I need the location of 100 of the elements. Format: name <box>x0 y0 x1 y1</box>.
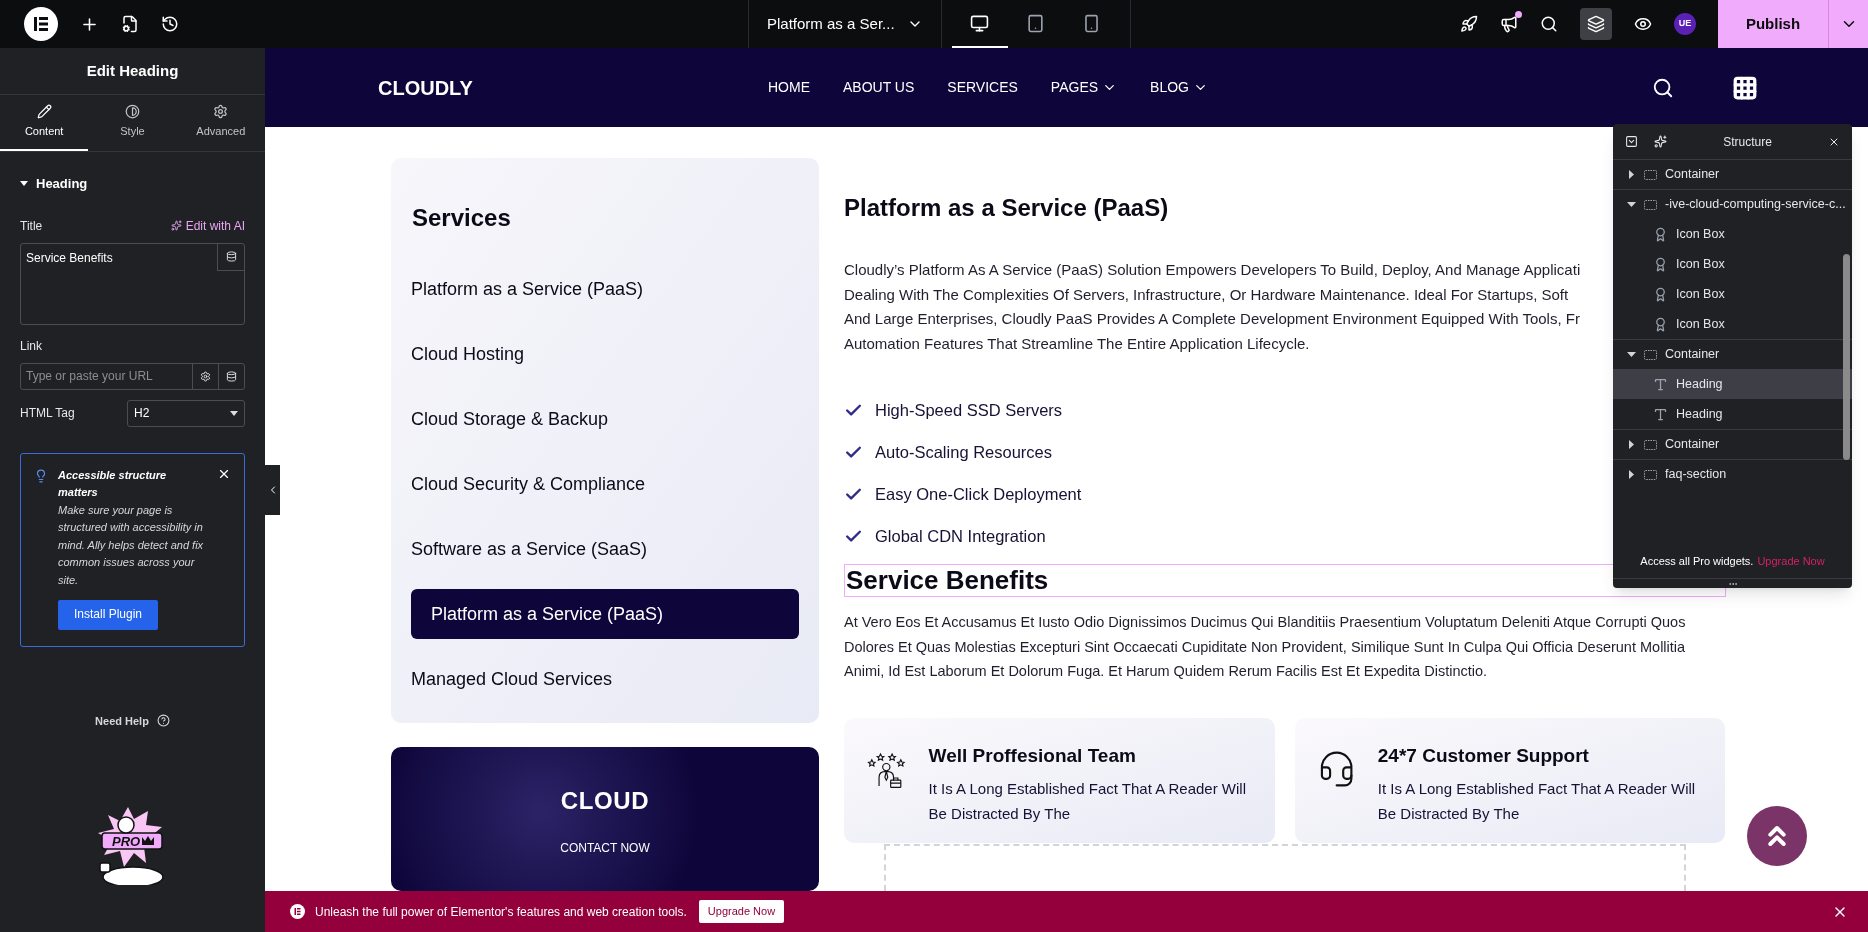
container-icon <box>1644 349 1657 360</box>
nav-link[interactable]: ABOUT US <box>843 77 915 98</box>
upgrade-now-button[interactable]: Upgrade Now <box>698 900 785 923</box>
page-settings-icon[interactable] <box>121 15 139 33</box>
content-tab-icon <box>36 104 52 120</box>
intro-text-line: And Large Enterprises, Cloudly PaaS Provides A Complete Development Environment Equipped With Tools, Fr <box>844 309 1580 329</box>
structure-label: faq-section <box>1665 466 1727 484</box>
caret-down-icon <box>230 410 238 416</box>
structure-item[interactable]: Icon Box <box>1613 219 1852 249</box>
structure-item[interactable]: Container <box>1613 339 1852 369</box>
settings-icon <box>200 370 211 382</box>
structure-item[interactable]: Heading <box>1613 369 1852 399</box>
nav-link[interactable]: SERVICES <box>947 77 1018 98</box>
edit-with-ai-link[interactable]: Edit with AI <box>170 216 245 235</box>
user-avatar[interactable]: UE <box>1674 13 1696 35</box>
site-logo[interactable]: CLOUDLY <box>378 72 768 103</box>
structure-item[interactable]: Container <box>1613 429 1852 459</box>
section-toggle[interactable]: Heading <box>20 174 245 194</box>
caret-down-icon[interactable] <box>1627 350 1636 359</box>
structure-label: Icon Box <box>1676 225 1725 243</box>
search-icon[interactable] <box>1652 76 1674 99</box>
structure-item[interactable]: Icon Box <box>1613 279 1852 309</box>
structure-label: Heading <box>1676 405 1723 423</box>
award-icon <box>1653 316 1668 332</box>
title-textarea[interactable]: Service Benefits <box>20 242 245 325</box>
service-link[interactable]: Managed Cloud Services <box>411 654 799 704</box>
panel-tab[interactable]: Style <box>88 95 177 151</box>
structure-label: Container <box>1665 436 1720 454</box>
nav-link[interactable]: HOME <box>768 77 810 98</box>
url-input[interactable]: Type or paste your URL <box>21 363 192 389</box>
collapse-panel-handle[interactable] <box>265 465 280 515</box>
structure-item[interactable]: faq-section <box>1613 459 1852 489</box>
field-label: Link <box>20 337 43 355</box>
award-icon <box>1653 256 1668 272</box>
structure-item[interactable]: -ive-cloud-computing-service-c... <box>1613 189 1852 219</box>
feature-text: It Is A Long Established Fact That A Reader Will Be Distracted By The <box>1377 779 1697 824</box>
database-icon <box>226 370 237 382</box>
scroll-top-button[interactable] <box>1747 806 1807 866</box>
publish-button[interactable]: Publish <box>1718 0 1828 48</box>
url-field[interactable]: Type or paste your URL <box>20 362 245 390</box>
container-icon <box>1644 469 1657 480</box>
need-help-link[interactable]: Need Help <box>95 712 149 729</box>
logo-mark-icon <box>34 17 48 31</box>
service-link[interactable]: Cloud Storage & Backup <box>411 394 799 444</box>
checklist-item: Easy One-Click Deployment <box>875 483 1082 505</box>
checklist-item: Auto-Scaling Resources <box>875 441 1052 463</box>
service-link[interactable]: Software as a Service (SaaS) <box>411 524 799 574</box>
promo-title: CLOUD <box>560 786 650 816</box>
selected-heading: Service Benefits <box>844 564 1726 597</box>
feature-text: It Is A Long Established Fact That A Reader Will Be Distracted By The <box>928 779 1247 824</box>
dynamic-tags-button[interactable] <box>217 243 244 271</box>
structure-item[interactable]: Container <box>1613 159 1852 189</box>
service-link[interactable]: Platform as a Service (PaaS) <box>411 264 799 314</box>
grid-menu-icon[interactable] <box>1732 74 1758 101</box>
caret-right-icon[interactable] <box>1627 470 1636 479</box>
service-link[interactable]: Cloud Security & Compliance <box>411 459 799 509</box>
html-tag-select[interactable]: H2 <box>127 399 245 427</box>
nav-link[interactable]: PAGES <box>1050 77 1118 98</box>
elementor-logo[interactable] <box>24 7 58 41</box>
install-plugin-button[interactable]: Install Plugin <box>58 600 159 630</box>
caret-right-icon[interactable] <box>1627 440 1636 449</box>
sparkle-icon[interactable] <box>1654 135 1667 148</box>
panel-tab[interactable]: Content <box>0 95 89 151</box>
sparkle-icon <box>170 220 182 231</box>
scrollbar-thumb[interactable] <box>1843 254 1850 460</box>
award-icon <box>1653 286 1668 302</box>
structure-item[interactable]: Icon Box <box>1613 309 1852 339</box>
caret-down-icon[interactable] <box>1627 200 1636 209</box>
structure-label: -ive-cloud-computing-service-c... <box>1665 196 1846 214</box>
megaphone-icon[interactable] <box>1500 15 1518 33</box>
structure-label: Container <box>1665 346 1720 364</box>
desktop-icon <box>970 13 990 33</box>
elementor-icon <box>290 904 305 919</box>
container-icon <box>1644 439 1657 450</box>
article-heading: Platform as a Service (PaaS) <box>844 193 1169 223</box>
rocket-icon[interactable] <box>1460 15 1478 33</box>
layers-icon <box>1587 15 1605 33</box>
structure-title: Structure <box>1722 133 1773 151</box>
database-icon <box>225 251 237 262</box>
preview-icon[interactable] <box>1634 15 1652 33</box>
structure-item[interactable]: Heading <box>1613 399 1852 429</box>
structure-item[interactable]: Icon Box <box>1613 249 1852 279</box>
help-icon[interactable] <box>156 714 170 728</box>
dropdown-toggle-icon[interactable] <box>1625 135 1638 148</box>
contact-link[interactable]: CONTACT NOW <box>560 839 650 857</box>
structure-button[interactable] <box>1580 8 1612 40</box>
history-icon[interactable] <box>161 15 179 33</box>
lightbulb-icon <box>34 468 48 483</box>
advanced-tab-icon <box>213 104 229 120</box>
container-icon <box>1644 199 1657 210</box>
panel-tab[interactable]: Advanced <box>176 95 265 151</box>
checklist-item: High-Speed SSD Servers <box>875 399 1063 421</box>
service-link[interactable]: Platform as a Service (PaaS) <box>411 589 799 639</box>
caret-right-icon[interactable] <box>1627 170 1636 179</box>
field-label: HTML Tag <box>20 405 75 422</box>
service-link[interactable]: Cloud Hosting <box>411 329 799 379</box>
nav-link[interactable]: BLOG <box>1150 77 1208 98</box>
style-tab-icon <box>125 104 140 120</box>
search-icon[interactable] <box>1540 15 1558 33</box>
benefits-text: At Vero Eos Et Accusamus Et Iusto Odio Dignissimos Ducimus Qui Blanditiis Praesentium Voluptatum Deleniti Atque Corrupti Quos Dolores Et Quas Molestias Excepturi Sint Occaecati Cupiditate Non Provident, Similique Sunt In Culpa Qui Officia Deserunt Mollitia Animi, Id Est Laborum Et Dolorum Fuga. Et Harum Quidem Rerum Facilis Est Et Expedita Distinctio. <box>844 613 1687 681</box>
